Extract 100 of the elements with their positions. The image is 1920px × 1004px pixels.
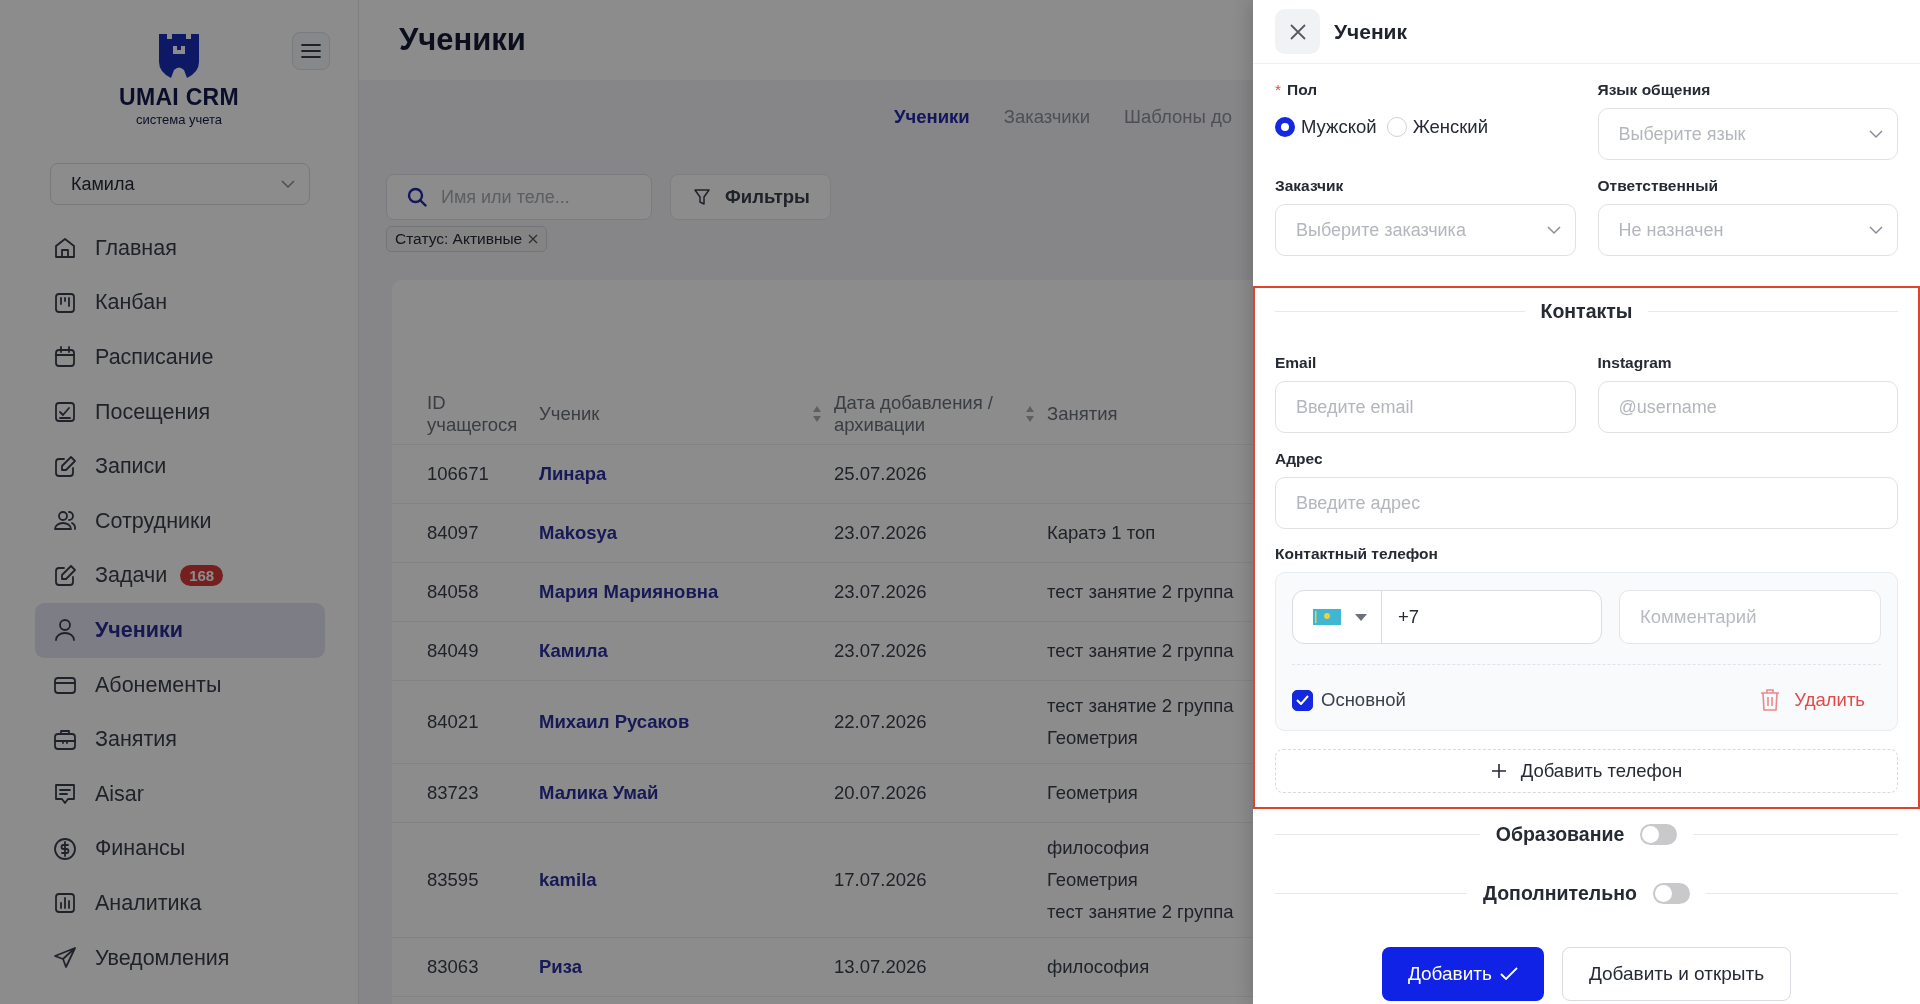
table-cell-text: тест занятие 2 группа: [1047, 901, 1235, 923]
table-cell-text: 83595: [427, 869, 480, 891]
chevron-down-icon: [281, 179, 295, 189]
sidebar-item[interactable]: Канбан: [35, 275, 325, 331]
close-icon[interactable]: [528, 234, 539, 244]
table-cell-text: 22.07.2026: [834, 711, 928, 733]
trash-icon: [1760, 688, 1781, 712]
caret-icon: [1355, 613, 1367, 621]
plus-icon: [1490, 763, 1507, 779]
field-label: Ответственный: [1597, 177, 1719, 195]
primary-checkbox-option[interactable]: Основной: [1292, 689, 1406, 711]
student-link[interactable]: Мария Марияновна: [539, 581, 834, 603]
edit-icon: [52, 562, 78, 589]
table-cell-text: философия: [1047, 956, 1151, 978]
dollar-icon: [52, 835, 78, 862]
add-button[interactable]: Добавить: [1381, 947, 1544, 1001]
castle-logo-icon: [157, 32, 201, 80]
branch-select[interactable]: Камила: [50, 163, 310, 205]
add-phone-button[interactable]: Добавить телефон: [1275, 749, 1898, 793]
check-icon: [1499, 967, 1518, 981]
field-label: Заказчик: [1275, 177, 1345, 195]
required-mark: *: [1275, 81, 1282, 99]
radio-button[interactable]: [1275, 117, 1295, 137]
sidebar-item[interactable]: Уведомления: [35, 930, 325, 986]
table-cell-text: тест занятие 2 группа: [1047, 695, 1235, 717]
section-title: Дополнительно: [1483, 882, 1637, 905]
tab[interactable]: Ученики: [894, 106, 970, 128]
table-cell-text: 23.07.2026: [834, 640, 928, 662]
table-cell-text: 83063: [427, 956, 480, 978]
student-link[interactable]: Камила: [539, 640, 834, 662]
sidebar-item[interactable]: Ученики: [35, 603, 325, 658]
student-link[interactable]: Риза: [539, 956, 834, 978]
logo-subtitle: система учета: [135, 112, 223, 127]
menu-button[interactable]: [292, 32, 330, 70]
radio-option[interactable]: Мужской: [1275, 116, 1377, 138]
filter-icon: [693, 188, 711, 206]
student-link[interactable]: Михаил Русаков: [539, 711, 834, 733]
sidebar-item[interactable]: Финансы: [35, 821, 325, 877]
user-icon: [52, 617, 78, 644]
column-header: Занятия: [1047, 403, 1118, 425]
table-cell-text: 23.07.2026: [834, 581, 928, 603]
table-cell-text: тест занятие 2 группа: [1047, 581, 1235, 603]
sidebar-item[interactable]: Записи: [35, 439, 325, 494]
search-icon: [407, 187, 427, 207]
student-link[interactable]: Малика Умай: [539, 782, 834, 804]
sidebar-item[interactable]: Аналитика: [35, 876, 325, 931]
table-cell-text: Геометрия: [1047, 727, 1139, 749]
column-header: Дата добавления / архивации: [834, 392, 994, 436]
sidebar-item[interactable]: Сотрудники: [35, 493, 325, 549]
section-title: Образование: [1495, 823, 1625, 846]
sidebar-item[interactable]: Задачи 168: [35, 548, 325, 604]
chevron-down-icon: [1546, 225, 1561, 235]
student-link[interactable]: Makosya: [539, 522, 834, 544]
table-cell-text: 20.07.2026: [834, 782, 928, 804]
sidebar-item[interactable]: Абонементы: [35, 657, 325, 713]
filter-chip[interactable]: Статус: Активные: [386, 226, 548, 252]
sidebar-item[interactable]: Расписание: [35, 330, 325, 385]
flag-icon: [1313, 609, 1341, 625]
sidebar-item[interactable]: Главная: [35, 221, 325, 276]
table-cell-text: 23.07.2026: [834, 522, 928, 544]
chevron-down-icon: [1869, 129, 1883, 139]
close-button[interactable]: [1275, 9, 1320, 54]
table-cell-text: философия: [1047, 837, 1151, 859]
checkbox[interactable]: [1292, 689, 1313, 711]
count-badge: 168: [180, 565, 224, 587]
field-label: Пол: [1287, 81, 1318, 99]
table-cell-text: тест занятие 2 группа: [1047, 640, 1235, 662]
table-cell-text: 84049: [427, 640, 480, 662]
table-cell-text: 84097: [427, 522, 480, 544]
student-link[interactable]: Линара: [539, 463, 834, 485]
sort-icon[interactable]: [812, 405, 822, 423]
add-and-open-button[interactable]: Добавить и открыть: [1561, 947, 1792, 1001]
table-cell-text: 83723: [427, 782, 480, 804]
toggle-switch[interactable]: [1640, 824, 1678, 845]
edit-icon: [52, 453, 78, 480]
field-label: Контактный телефон: [1275, 545, 1439, 563]
phone-field[interactable]: +7: [1292, 590, 1602, 644]
radio-option[interactable]: Женский: [1386, 116, 1488, 138]
logo-title: UMAI CRM: [119, 84, 239, 111]
close-icon: [1288, 22, 1307, 41]
column-header: Ученик: [539, 403, 600, 425]
drawer-title: Ученик: [1334, 19, 1408, 44]
sidebar-item[interactable]: Aisar: [35, 766, 325, 822]
sidebar-item[interactable]: Посещения: [35, 384, 325, 440]
sort-icon[interactable]: [1025, 405, 1035, 423]
field-label: Адрес: [1275, 450, 1324, 468]
student-link[interactable]: kamila: [539, 869, 834, 891]
filters-button[interactable]: Фильтры: [670, 174, 831, 220]
chevron-down-icon: [1869, 225, 1883, 235]
menu-icon: [301, 44, 321, 58]
page-title: Ученики: [399, 22, 526, 58]
send-icon: [52, 945, 78, 971]
toggle-switch[interactable]: [1652, 883, 1690, 904]
table-cell-text: 84058: [427, 581, 480, 603]
sidebar-item[interactable]: Занятия: [35, 712, 325, 767]
table-cell-text: 25.07.2026: [834, 463, 928, 485]
table-cell-text: Каратэ 1 топ: [1047, 522, 1157, 544]
delete-button[interactable]: Удалить: [1754, 687, 1881, 713]
table-cell-text: 84021: [427, 711, 480, 733]
field-label: Email: [1275, 354, 1318, 372]
